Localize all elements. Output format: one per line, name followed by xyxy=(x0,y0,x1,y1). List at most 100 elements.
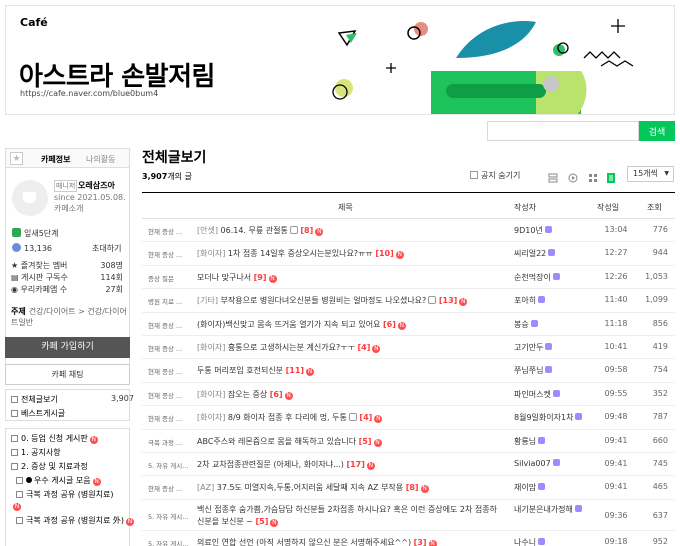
post-title-link[interactable]: 백신 접종후 숨가쁨,가슴답답 하신분들 2차접종 하시나요? 혹은 이런 증상… xyxy=(197,504,502,528)
hide-notice-toggle[interactable]: 공지 숨기기 xyxy=(470,170,520,181)
post-category[interactable]: 현재 증상 ... xyxy=(148,366,196,376)
comment-count[interactable]: [5] xyxy=(359,437,372,446)
board-item[interactable]: 극복 과정 공유 (병원치료) xyxy=(16,489,113,500)
grid-view-icon[interactable] xyxy=(588,168,598,182)
play-view-icon[interactable] xyxy=(568,168,578,183)
post-views: 856 xyxy=(652,318,668,328)
post-author[interactable]: 씨리얼22 xyxy=(514,248,589,259)
post-author[interactable]: Silvia007 xyxy=(514,458,589,468)
search-input[interactable] xyxy=(487,121,639,141)
cafe-level[interactable]: 잎새5단계 xyxy=(12,228,59,239)
comment-count[interactable]: [8] xyxy=(406,483,419,492)
comment-count[interactable]: [10] xyxy=(375,249,393,258)
post-category[interactable]: 5. 자유 게시... xyxy=(148,511,196,521)
cafe-url[interactable]: https://cafe.naver.com/blue0bum4 xyxy=(20,89,158,98)
post-author[interactable]: 쭈님쭈님 xyxy=(514,365,589,376)
post-views: 1,099 xyxy=(645,295,668,305)
post-title-link[interactable]: 2차 교차접종관련질문 (아제나, 화이자냐...) [17] N xyxy=(197,459,502,470)
checkbox[interactable] xyxy=(470,171,478,179)
post-author[interactable]: 파인머스켓 xyxy=(514,389,589,400)
theme-text[interactable]: 건강/다이어트 > 건강/다이어트일반 xyxy=(11,307,127,327)
post-author[interactable]: 나수니 xyxy=(514,537,589,546)
post-category[interactable]: 병원 치료 ... xyxy=(148,296,196,306)
post-category[interactable]: 현재 증상 ... xyxy=(148,483,196,493)
post-title-link[interactable]: [화이자] 8/9 화이자 접종 후 다리에 멍, 두통 [4] N xyxy=(197,412,502,424)
table-row: 극복 과정 ... ABC주스와 레몬즙으로 몸을 해독하고 있습니다 [5] N 황… xyxy=(142,430,675,453)
comment-count[interactable]: [9] xyxy=(254,273,267,282)
menu-all-posts[interactable]: 전체글보기 3,907 xyxy=(11,394,134,405)
comment-count[interactable]: [8] xyxy=(300,226,313,235)
new-icon: N xyxy=(284,391,293,400)
comment-count[interactable]: [3] xyxy=(414,538,427,546)
post-author[interactable]: 재이맘 xyxy=(514,482,589,493)
cafe-title[interactable]: 아스트라 손발저림 xyxy=(19,56,215,93)
post-author[interactable]: 고기만두 xyxy=(514,342,589,353)
comment-count[interactable]: [4] xyxy=(358,343,371,352)
post-author[interactable]: 9D10년 xyxy=(514,225,589,236)
post-title-link[interactable]: [기타] 부작용으로 병원다녀오신분들 병원비는 얼마정도 나오셨나요? [13… xyxy=(197,295,502,307)
post-title-link[interactable]: [화이자] 잠오는 증상 [6] N xyxy=(197,389,502,400)
board-icon xyxy=(11,410,18,417)
post-category[interactable]: 현재 증상 ... xyxy=(148,343,196,353)
post-title-link[interactable]: 의료인 연합 선언 (아직 서명하지 않으신 분은 서명해주세요^^) [3] N xyxy=(197,537,502,546)
board-item[interactable]: 우수 게시글 모음 N xyxy=(16,475,101,486)
card-view-icon[interactable] xyxy=(606,168,616,183)
join-cafe-button[interactable]: 카페 가입하기 xyxy=(5,337,130,358)
post-category[interactable]: 현재 증상 ... xyxy=(148,413,196,423)
cafe-banner: Café 아스트라 손발저림 https://cafe.naver.com/bl… xyxy=(5,5,675,115)
search-button[interactable]: 검색 xyxy=(639,121,675,141)
post-category[interactable]: 5. 자유 게시... xyxy=(148,460,196,470)
comment-count[interactable]: [13] xyxy=(439,296,457,305)
comment-count[interactable]: [17] xyxy=(346,460,364,469)
post-author[interactable]: 8월9일화이자1차 xyxy=(514,412,589,423)
post-category[interactable]: 극복 과정 ... xyxy=(148,437,196,447)
post-title-link[interactable]: 모더나 맞구나서 [9] N xyxy=(197,272,502,283)
board-item[interactable]: 2. 증상 및 치료과정 xyxy=(11,461,88,472)
post-title-link[interactable]: [화이자] 흉통으로 고생하시는분 계신가요?ㅜㅜ [4] N xyxy=(197,342,502,353)
menu-best-posts[interactable]: 베스트게시글 xyxy=(11,408,65,419)
stat-favorite-members: ★ 즐겨찾는 멤버 308명 xyxy=(11,261,123,270)
tab-cafe-info[interactable]: 카페정보 xyxy=(41,154,70,165)
post-title-link[interactable]: (화이자)백신맞고 몸속 뜨거움 열기가 지속 되고 있어요 [6] N xyxy=(197,319,502,330)
post-author[interactable]: 내기분은내가정해 xyxy=(514,504,589,515)
cafe-logo[interactable]: Café xyxy=(20,16,48,29)
tab-my-activity[interactable]: 나의활동 xyxy=(86,154,115,165)
manager-name[interactable]: 오레삼즈아 xyxy=(78,180,115,191)
comment-count[interactable]: [6] xyxy=(383,320,396,329)
comment-count[interactable]: [5] xyxy=(256,517,269,526)
post-date: 11:40 xyxy=(604,295,628,305)
post-category[interactable]: 증상 질문 xyxy=(148,273,196,283)
post-category[interactable]: 현재 증상 ... xyxy=(148,249,196,259)
comment-count[interactable]: [4] xyxy=(359,413,372,422)
board-item[interactable]: 0. 등업 신청 게시판 N xyxy=(11,433,98,444)
post-title-link[interactable]: [안셋] 06.14. 무릎 관절통 [8] N xyxy=(197,225,502,236)
list-view-icon[interactable] xyxy=(548,168,558,183)
post-category[interactable]: 현재 증상 ... xyxy=(148,390,196,400)
members-icon xyxy=(12,243,21,252)
star-icon[interactable]: ★ xyxy=(10,152,23,165)
post-views: 776 xyxy=(652,225,668,234)
cafe-chat-button[interactable]: 카페 채팅 xyxy=(5,364,130,385)
member-level-icon xyxy=(552,389,560,397)
comment-count[interactable]: [6] xyxy=(270,390,283,399)
board-item[interactable]: 극복 과정 공유 (병원치료 外) N xyxy=(16,515,135,526)
post-author[interactable]: 순천먹장이 xyxy=(514,272,589,283)
post-author[interactable]: 포아히 xyxy=(514,295,589,306)
post-category[interactable]: 현재 증상 ... xyxy=(148,226,196,236)
invite-link[interactable]: 초대하기 xyxy=(92,243,121,254)
post-category[interactable]: 5. 자유 게시... xyxy=(148,538,196,546)
post-title-link[interactable]: ABC주스와 레몬즙으로 몸을 해독하고 있습니다 [5] N xyxy=(197,436,502,447)
post-title-link[interactable]: [AZ] 37.5도 미열지속,두통,어지러움 세달째 지속 AZ 부작용 [8… xyxy=(197,482,502,494)
post-author[interactable]: 봉승 xyxy=(514,319,589,330)
post-title-link[interactable]: [화이자] 1차 접종 14일후 증상오시는분있나요?ㅠㅠ [10] N xyxy=(197,248,502,260)
cafe-intro-link[interactable]: 카페소개 xyxy=(54,203,83,214)
comment-count[interactable]: [11] xyxy=(286,366,304,375)
post-title-link[interactable]: 두통 머리쪼임 호전되신분 [11] N xyxy=(197,365,502,377)
post-category[interactable]: 현재 증상 ... xyxy=(148,320,196,330)
table-row: 현재 증상 ... [화이자] 흉통으로 고생하시는분 계신가요?ㅜㅜ [4] N 고… xyxy=(142,336,675,360)
cafe-page: Café 아스트라 손발저림 https://cafe.naver.com/bl… xyxy=(0,0,680,546)
board-item[interactable]: 1. 공지사항 xyxy=(11,447,61,458)
per-page-select[interactable]: 15개씩 ▼ xyxy=(627,166,674,182)
member-count[interactable]: 13,136 xyxy=(12,243,52,253)
post-author[interactable]: 황룡님 xyxy=(514,436,589,447)
